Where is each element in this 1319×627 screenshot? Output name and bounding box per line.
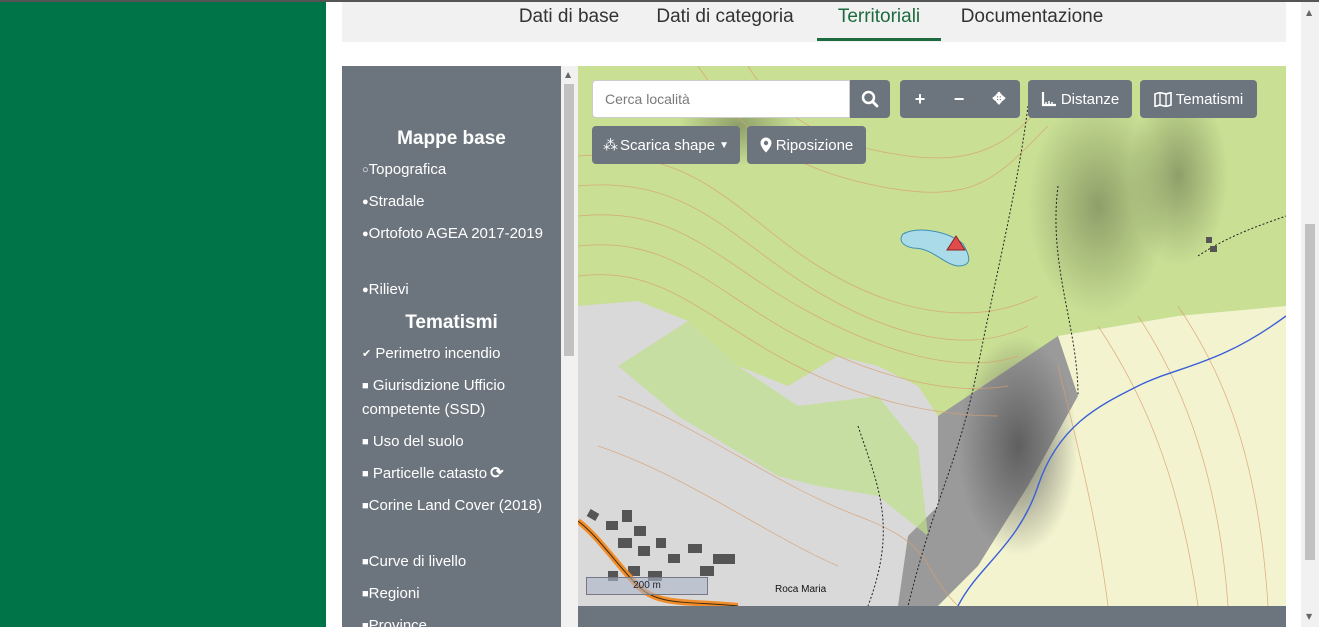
search-icon bbox=[861, 90, 879, 108]
move-arrows-icon: ✥ bbox=[992, 91, 1006, 108]
checkbox-square-icon: ■ bbox=[362, 556, 369, 568]
theme-corine-land-cover[interactable]: ■Corine Land Cover (2018) bbox=[362, 494, 557, 518]
place-label: Roca Maria bbox=[775, 584, 827, 595]
reposition-button[interactable]: Riposizione bbox=[747, 126, 866, 164]
tab-territoriali[interactable]: Territoriali bbox=[817, 4, 941, 41]
tab-documentazione[interactable]: Documentazione bbox=[949, 4, 1115, 38]
theme-giurisdizione[interactable]: ■ Giurisdizione Ufficio competente (SSD) bbox=[362, 374, 557, 422]
radio-empty-icon: ○ bbox=[362, 164, 369, 176]
base-maps-title: Mappe base bbox=[397, 128, 506, 149]
map-scale-bar: 200 m bbox=[586, 577, 708, 595]
panel-scroll-thumb[interactable] bbox=[564, 84, 574, 356]
checkbox-square-icon: ■ bbox=[362, 620, 369, 627]
tab-bar: Dati di base Dati di categoria Territori… bbox=[342, 2, 1286, 42]
page-scroll-thumb[interactable] bbox=[1305, 224, 1315, 560]
themes-button[interactable]: Tematismi bbox=[1140, 80, 1257, 118]
themes-title: Tematismi bbox=[405, 312, 498, 333]
caret-down-icon: ▼ bbox=[719, 139, 729, 151]
refresh-icon[interactable]: ⟳ bbox=[490, 462, 503, 486]
layer-panel: Mappe base ○Topografica ●Stradale ●Ortof… bbox=[342, 66, 561, 627]
basemap-topografica[interactable]: ○Topografica bbox=[362, 158, 557, 182]
theme-province[interactable]: ■Province bbox=[362, 614, 557, 627]
scroll-down-icon[interactable]: ▼ bbox=[1306, 612, 1312, 621]
checkbox-square-icon: ■ bbox=[362, 436, 369, 448]
radio-filled-icon: ● bbox=[362, 284, 369, 296]
map-footer-bar bbox=[578, 606, 1286, 627]
checkbox-square-icon: ■ bbox=[362, 380, 369, 392]
ruler-icon bbox=[1041, 92, 1056, 107]
theme-perimetro-incendio[interactable]: ✔ Perimetro incendio bbox=[362, 342, 557, 366]
page-scrollbar[interactable]: ▲ ▼ bbox=[1301, 2, 1319, 627]
map-icon bbox=[1153, 91, 1172, 107]
shapes-icon: ⁂ bbox=[603, 137, 619, 154]
plus-icon: + bbox=[914, 88, 926, 109]
panel-scrollbar[interactable]: ▲ bbox=[561, 66, 578, 627]
tab-dati-di-categoria[interactable]: Dati di categoria bbox=[645, 4, 805, 38]
basemap-ortofoto[interactable]: ●Ortofoto AGEA 2017-2019 bbox=[362, 222, 557, 246]
distance-button[interactable]: Distanze bbox=[1028, 80, 1132, 118]
pan-button[interactable]: ✥ bbox=[978, 80, 1020, 118]
basemap-stradale[interactable]: ●Stradale bbox=[362, 190, 557, 214]
theme-curve-di-livello[interactable]: ■Curve di livello bbox=[362, 550, 557, 574]
scroll-up-icon[interactable]: ▲ bbox=[1306, 8, 1312, 17]
scroll-up-icon[interactable]: ▲ bbox=[565, 70, 571, 79]
radio-filled-icon: ● bbox=[362, 196, 369, 208]
location-search-input[interactable] bbox=[592, 80, 850, 118]
zoom-in-button[interactable]: + bbox=[900, 80, 940, 118]
theme-particelle-catasto[interactable]: ■ Particelle catasto ⟳ bbox=[362, 462, 557, 486]
basemap-rilievi[interactable]: ●Rilievi bbox=[362, 278, 557, 302]
map-pin-icon bbox=[760, 137, 772, 153]
tab-dati-di-base[interactable]: Dati di base bbox=[509, 4, 629, 38]
left-green-sidebar bbox=[0, 2, 326, 627]
main-content: Dati di base Dati di categoria Territori… bbox=[326, 2, 1301, 627]
radio-filled-icon: ● bbox=[362, 228, 369, 240]
checkbox-square-icon: ■ bbox=[362, 500, 369, 512]
zoom-out-button[interactable]: − bbox=[940, 80, 978, 118]
checkbox-square-icon: ■ bbox=[362, 468, 369, 480]
search-button[interactable] bbox=[850, 80, 890, 118]
theme-uso-del-suolo[interactable]: ■ Uso del suolo bbox=[362, 430, 557, 454]
download-shape-button[interactable]: ⁂ Scarica shape ▼ bbox=[592, 126, 740, 164]
checkmark-icon: ✔ bbox=[362, 348, 372, 360]
theme-regioni[interactable]: ■Regioni bbox=[362, 582, 557, 606]
map-view[interactable]: + − ✥ Distanze Tematismi ⁂ Scarica shape… bbox=[578, 66, 1286, 606]
checkbox-square-icon: ■ bbox=[362, 588, 369, 600]
minus-icon: − bbox=[953, 88, 965, 109]
